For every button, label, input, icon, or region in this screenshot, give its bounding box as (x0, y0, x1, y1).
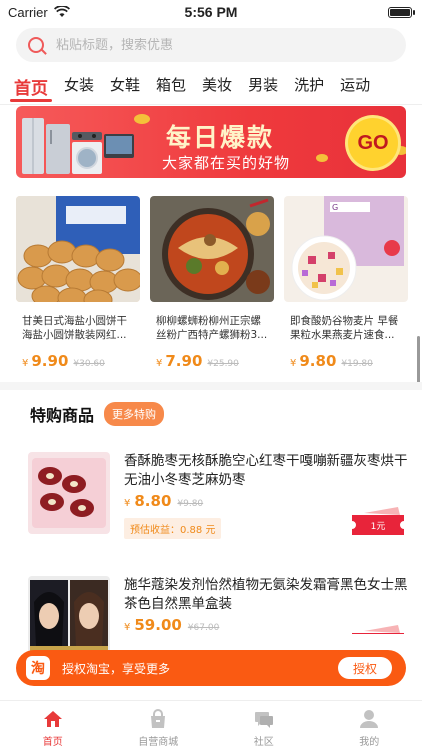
price-value: 8.80 (134, 492, 172, 510)
more-special-button[interactable]: 更多特购 (104, 402, 165, 426)
search-input[interactable] (56, 37, 356, 53)
special-header: 特购商品 更多特购 (30, 402, 165, 426)
special-title: 特购商品 (30, 406, 95, 425)
coin-decoration (134, 114, 150, 124)
product-image-dates (28, 452, 110, 534)
product-image-noodles (150, 196, 274, 302)
nav-label: 首页 (42, 737, 63, 748)
currency-symbol: ¥ (124, 622, 131, 633)
appliances-illustration (22, 118, 134, 174)
category-tabs: 首页 女装 女鞋 箱包 美妆 男装 洗护 运动 (0, 72, 422, 104)
banner-title: 每日爆款 (166, 123, 275, 152)
product-title: 柳柳螺蛳粉柳州正宗螺 丝粉广西特产螺狮粉3... (156, 315, 268, 341)
tab-sports[interactable]: 运动 (332, 72, 378, 102)
authorize-button[interactable]: 授权 (338, 657, 392, 679)
coupon-icon (352, 625, 404, 634)
auth-text: 授权淘宝，享受更多 (62, 661, 171, 676)
nav-home[interactable]: 首页 (0, 701, 106, 750)
nav-store[interactable]: 自营商城 (106, 701, 212, 750)
carrier-label: Carrier (8, 4, 48, 20)
svg-text:G: G (332, 203, 338, 212)
currency-symbol: ¥ (124, 498, 131, 509)
product-card[interactable]: G 即食酸奶谷物麦片 早餐 果粒水果燕麦片速食... ¥ 9.80 ¥19.80 (284, 196, 408, 370)
special-item[interactable]: 施华蔻染发剂怡然植物无氨染发霜膏黑色女士黑茶色自然黑单盒装 ¥ 59.00 ¥6… (28, 576, 408, 658)
special-item-price: ¥ 8.80 ¥9.80 (124, 492, 203, 510)
tab-beauty[interactable]: 美妆 (194, 72, 240, 102)
nav-label: 自营商城 (138, 737, 179, 748)
battery-icon (388, 6, 415, 18)
tab-mens-clothing[interactable]: 男装 (240, 72, 286, 102)
tab-bags[interactable]: 箱包 (148, 72, 194, 102)
product-image-biscuits (16, 196, 140, 302)
nav-label: 社区 (253, 737, 274, 748)
special-item-title: 香酥脆枣无核酥脆空心红枣干嘎嘣新疆灰枣烘干无油小冬枣芝麻奶枣 (124, 453, 408, 488)
nav-profile[interactable]: 我的 (317, 701, 422, 750)
special-item[interactable]: 香酥脆枣无核酥脆空心红枣干嘎嘣新疆灰枣烘干无油小冬枣芝麻奶枣 ¥ 8.80 ¥9… (28, 452, 408, 542)
tab-home[interactable]: 首页 (6, 72, 56, 102)
product-image-cereal: G (284, 196, 408, 302)
product-image-hair-dye (28, 576, 110, 658)
product-card[interactable]: 甘美日式海盐小圆饼干 海盐小圆饼散装网红... ¥ 9.90 ¥30.60 (16, 196, 140, 370)
home-icon (43, 711, 62, 727)
banner-subtitle: 大家都在买的好物 (162, 154, 291, 172)
chat-icon (254, 712, 273, 728)
currency-symbol: ¥ (290, 358, 297, 369)
app-screen: Carrier 5:56 PM 首页 女装 女鞋 箱包 美妆 男装 洗护 运动 (0, 0, 422, 750)
bottom-nav: 首页 自营商城 社区 我的 (0, 700, 422, 750)
taobao-icon: 淘 (26, 656, 50, 680)
product-title: 即食酸奶谷物麦片 早餐 果粒水果燕麦片速食... (290, 315, 399, 341)
currency-symbol: ¥ (156, 358, 163, 369)
currency-symbol: ¥ (22, 358, 29, 369)
tab-divider (0, 104, 422, 105)
coupon-value: 1元 (370, 522, 386, 532)
tab-womens-shoes[interactable]: 女鞋 (102, 72, 148, 102)
special-item-title: 施华蔻染发剂怡然植物无氨染发霜膏黑色女士黑茶色自然黑单盒装 (124, 577, 408, 612)
search-icon (28, 37, 44, 53)
original-price: ¥30.60 (73, 359, 105, 369)
special-item-price: ¥ 59.00 ¥67.00 (124, 616, 219, 634)
product-title: 甘美日式海盐小圆饼干 海盐小圆饼散装网红... (22, 315, 127, 341)
section-divider (0, 382, 422, 390)
coupon-ticket[interactable] (350, 622, 406, 634)
price-value: 9.80 (299, 352, 337, 370)
price-value: 9.90 (31, 352, 69, 370)
estimated-earnings-badge: 预估收益：0.88 元 (124, 518, 222, 539)
search-bar[interactable] (16, 28, 406, 62)
shopping-bag-icon (151, 709, 166, 728)
original-price: ¥25.90 (207, 359, 239, 369)
product-price: ¥ 9.90 ¥30.60 (16, 352, 140, 370)
price-value: 7.90 (165, 352, 203, 370)
original-price: ¥9.80 (177, 499, 204, 509)
product-price: ¥ 9.80 ¥19.80 (284, 352, 408, 370)
status-left: Carrier (8, 5, 70, 20)
tab-womens-clothing[interactable]: 女装 (56, 72, 102, 102)
wifi-icon (53, 6, 70, 17)
original-price: ¥19.80 (341, 359, 373, 369)
product-price: ¥ 7.90 ¥25.90 (150, 352, 274, 370)
price-value: 59.00 (134, 616, 182, 634)
taobao-auth-bar[interactable]: 淘 授权淘宝，享受更多 授权 (16, 650, 406, 686)
nav-community[interactable]: 社区 (211, 701, 317, 750)
tab-personal-care[interactable]: 洗护 (286, 72, 332, 102)
user-icon (360, 710, 379, 728)
coupon-ticket[interactable]: 1元 (350, 507, 406, 537)
daily-deals-banner[interactable]: 每日爆款 大家都在买的好物 GO (16, 106, 406, 178)
scroll-indicator[interactable] (417, 336, 420, 386)
original-price: ¥67.00 (187, 623, 220, 633)
daily-products: 甘美日式海盐小圆饼干 海盐小圆饼散装网红... ¥ 9.90 ¥30.60 柳柳… (0, 196, 422, 376)
nav-label: 我的 (359, 737, 380, 748)
product-card[interactable]: 柳柳螺蛳粉柳州正宗螺 丝粉广西特产螺狮粉3... ¥ 7.90 ¥25.90 (150, 196, 274, 370)
status-bar: Carrier 5:56 PM (0, 0, 422, 24)
go-button[interactable]: GO (348, 118, 398, 168)
coin-decoration (316, 154, 328, 162)
